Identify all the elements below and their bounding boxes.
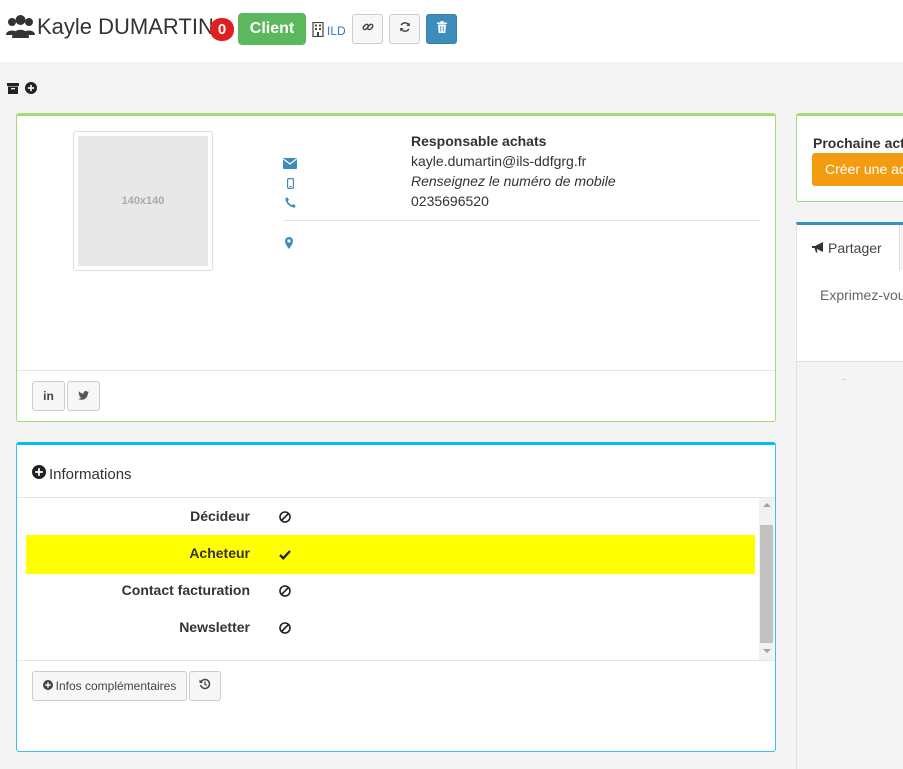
linkedin-icon: in [43, 389, 54, 403]
refresh-button[interactable] [389, 14, 420, 44]
info-row-contact-facturation[interactable]: Contact facturation [26, 572, 755, 611]
contact-divider [283, 220, 761, 221]
plus-circle-icon [32, 465, 49, 483]
refresh-icon [399, 20, 411, 38]
informations-panel: Informations Décideur Acheteur Contact f… [16, 442, 776, 752]
info-row-label: Décideur [190, 508, 250, 524]
ban-icon[interactable] [279, 584, 291, 602]
share-panel: Partager Exprimez-vou [796, 222, 903, 362]
phone-icon [285, 195, 296, 213]
history-icon [199, 677, 211, 695]
info-row-label: Acheteur [189, 545, 250, 561]
informations-scrollbar[interactable] [759, 498, 774, 660]
twitter-icon [78, 389, 89, 403]
contact-role: Responsable achats [411, 133, 547, 149]
company-link[interactable]: ILD [327, 24, 346, 38]
mobile-icon [287, 176, 295, 194]
client-status-badge[interactable]: Client [238, 13, 306, 45]
informations-list: Décideur Acheteur Contact facturation Ne… [26, 498, 755, 660]
infos-complementaires-button[interactable]: Infos complémentaires [32, 671, 187, 701]
scroll-down-arrow-icon[interactable] [763, 649, 771, 653]
scrollbar-thumb[interactable] [760, 525, 773, 643]
informations-header[interactable]: Informations [32, 465, 132, 483]
bullhorn-icon [812, 240, 828, 256]
contact-footer-divider [17, 370, 775, 371]
info-row-decideur[interactable]: Décideur [26, 498, 755, 537]
avatar[interactable]: 140x140 [73, 131, 213, 271]
ban-icon[interactable] [279, 510, 291, 528]
ban-icon[interactable] [279, 621, 291, 639]
next-action-panel: Prochaine actio Créer une ac [796, 113, 903, 202]
link-button[interactable] [352, 14, 383, 44]
delete-button[interactable] [426, 14, 457, 44]
envelope-icon [283, 156, 297, 174]
info-row-label: Newsletter [179, 619, 250, 635]
history-button[interactable] [189, 671, 221, 701]
archive-icon[interactable] [7, 81, 19, 99]
tab-partager[interactable]: Partager [797, 225, 900, 270]
right-column-border [796, 362, 797, 769]
trash-icon [436, 20, 447, 38]
notification-count-badge[interactable]: 0 [210, 18, 234, 41]
page-title: Kayle DUMARTIN [37, 14, 214, 39]
check-icon[interactable] [279, 547, 291, 565]
infos-complementaires-label: Infos complémentaires [55, 679, 177, 693]
contact-phone[interactable]: 0235696520 [411, 193, 489, 209]
informations-footer-divider [17, 660, 775, 661]
users-icon [6, 14, 35, 43]
create-action-button[interactable]: Créer une ac [812, 153, 903, 186]
building-icon [312, 21, 324, 42]
contact-email[interactable]: kayle.dumartin@ils-ddfgrg.fr [411, 153, 586, 169]
link-icon [361, 20, 374, 38]
info-row-newsletter[interactable]: Newsletter [26, 609, 755, 648]
contact-card: 140x140 Responsable achats kayle.dumarti… [16, 113, 776, 422]
next-action-title: Prochaine actio [813, 135, 903, 151]
linkedin-button[interactable]: in [32, 381, 65, 411]
info-row-acheteur[interactable]: Acheteur [26, 535, 755, 574]
plus-circle-icon [42, 679, 56, 693]
informations-title: Informations [49, 465, 132, 483]
scroll-up-arrow-icon[interactable] [763, 503, 771, 507]
page-header: Kayle DUMARTIN 0 Client ILD [0, 0, 903, 62]
avatar-placeholder: 140x140 [78, 136, 208, 266]
map-marker-icon [285, 236, 293, 254]
loading-mark [843, 379, 846, 380]
contact-mobile-placeholder[interactable]: Renseignez le numéro de mobile [411, 173, 616, 189]
share-textarea-placeholder[interactable]: Exprimez-vou [820, 287, 903, 303]
twitter-button[interactable] [67, 381, 100, 411]
tab-partager-label: Partager [828, 239, 882, 256]
plus-circle-icon[interactable] [25, 81, 37, 99]
info-row-label: Contact facturation [121, 582, 250, 598]
